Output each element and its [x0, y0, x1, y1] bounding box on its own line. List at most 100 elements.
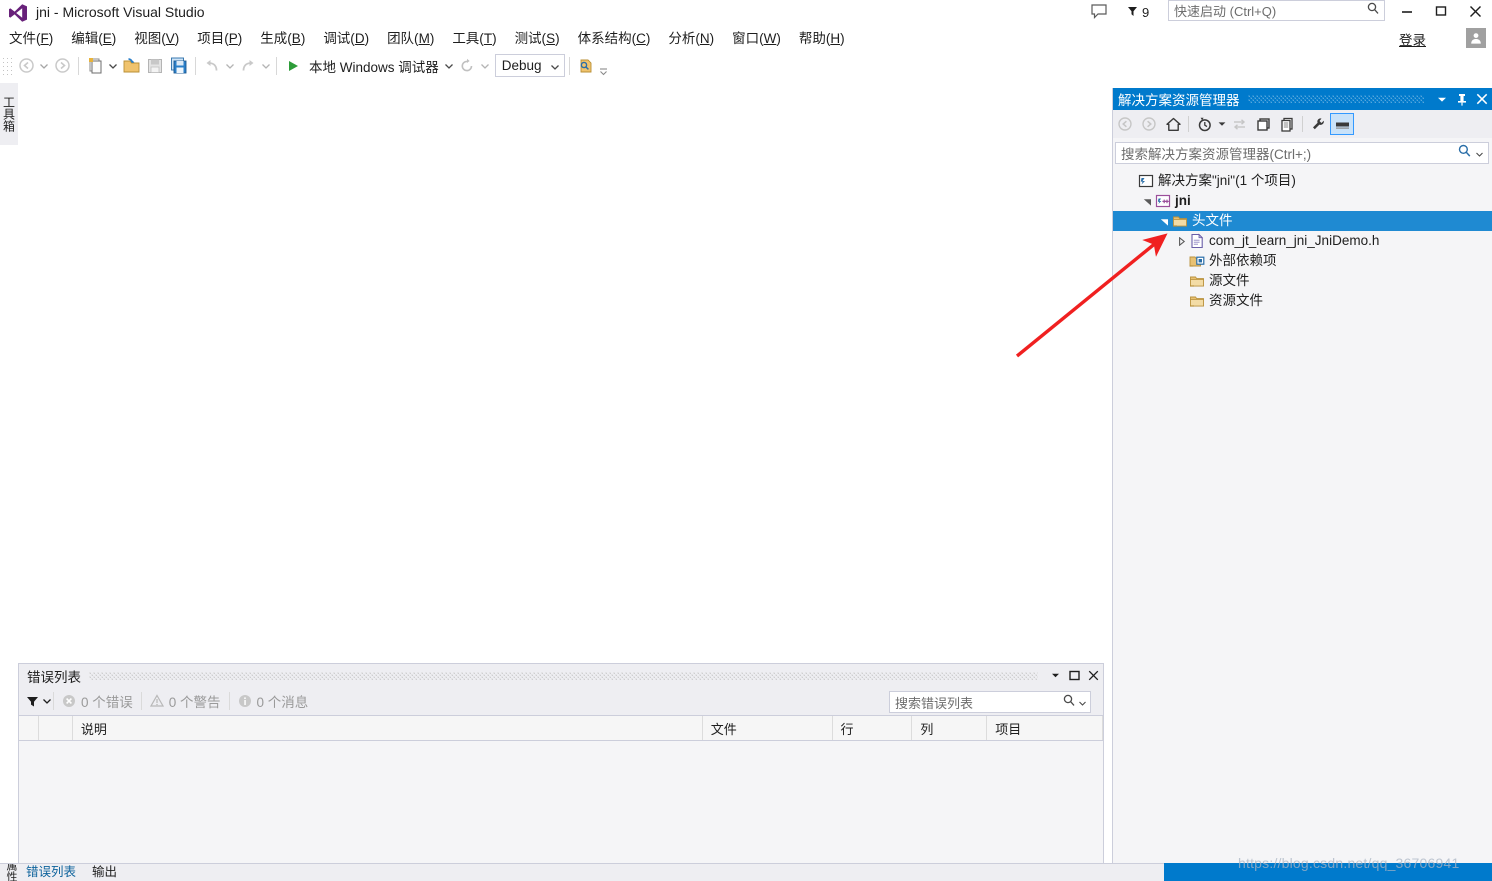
toolbar-grip[interactable]: [2, 56, 12, 75]
menu-item-9[interactable]: 体系结构(C): [569, 27, 660, 50]
properties-tab-vertical[interactable]: 属性: [0, 863, 18, 881]
menu-item-0[interactable]: 文件(F): [0, 27, 62, 50]
menu-item-7[interactable]: 工具(T): [443, 27, 505, 50]
undo-dropdown-icon[interactable]: [224, 54, 236, 78]
solution-explorer-close-icon[interactable]: [1472, 89, 1492, 109]
new-item-icon[interactable]: [83, 54, 107, 78]
search-icon: [1366, 1, 1380, 20]
error-list-column-header-1[interactable]: [39, 716, 73, 740]
tree-expander-expanded-icon[interactable]: [1140, 191, 1154, 211]
save-all-icon[interactable]: [167, 54, 191, 78]
tree-item-0[interactable]: 解决方案"jni"(1 个项目): [1113, 171, 1492, 191]
pending-changes-icon[interactable]: [1192, 113, 1216, 135]
sync-with-active-document-icon[interactable]: [1227, 113, 1251, 135]
solution-configuration-select[interactable]: Debug: [494, 54, 565, 77]
solution-explorer-search-input[interactable]: 搜索解决方案资源管理器(Ctrl+;): [1115, 142, 1489, 164]
error-count-item[interactable]: 0 个错误: [62, 691, 133, 711]
notifications-indicator[interactable]: 9: [1126, 1, 1149, 23]
navigate-back-icon[interactable]: [14, 54, 38, 78]
filter-dropdown-icon[interactable]: [40, 698, 53, 704]
error-list-column-header-6[interactable]: 项目: [987, 716, 1103, 740]
menu-item-2[interactable]: 视图(V): [125, 27, 188, 50]
solution-explorer-pin-icon[interactable]: [1452, 89, 1472, 109]
menu-item-8[interactable]: 测试(S): [506, 27, 569, 50]
undo-icon[interactable]: [200, 54, 224, 78]
error-list-dropdown-icon[interactable]: [1046, 666, 1065, 685]
watermark-text: https://blog.csdn.net/qq_36706941: [1238, 855, 1460, 871]
solution-explorer-grip[interactable]: [1247, 95, 1424, 103]
start-debug-play-icon[interactable]: [281, 54, 305, 78]
back-icon[interactable]: [1113, 113, 1137, 135]
feedback-icon[interactable]: [1090, 3, 1110, 21]
error-list-close-icon[interactable]: [1084, 666, 1103, 685]
find-in-files-icon[interactable]: [574, 54, 598, 78]
menu-item-5[interactable]: 调试(D): [314, 27, 378, 50]
error-list-filter-button[interactable]: [25, 694, 53, 709]
solution-explorer-dropdown-icon[interactable]: [1432, 89, 1452, 109]
error-list-column-header-2[interactable]: 说明: [73, 716, 703, 740]
start-debug-label[interactable]: 本地 Windows 调试器: [305, 56, 443, 76]
save-icon[interactable]: [143, 54, 167, 78]
tab-output[interactable]: 输出: [84, 864, 125, 881]
menu-item-3[interactable]: 项目(P): [188, 27, 251, 50]
chevron-down-icon: [550, 57, 559, 75]
warning-count-item[interactable]: 0 个警告: [149, 691, 221, 711]
menu-item-12[interactable]: 帮助(H): [790, 27, 854, 50]
home-icon[interactable]: [1161, 113, 1185, 135]
menu-item-4[interactable]: 生成(B): [251, 27, 314, 50]
tree-item-6[interactable]: 资源文件: [1113, 291, 1492, 311]
navigate-forward-icon[interactable]: [50, 54, 74, 78]
new-item-dropdown-icon[interactable]: [107, 54, 119, 78]
preview-selected-items-icon[interactable]: [1330, 113, 1354, 135]
error-list-column-header-0[interactable]: [19, 716, 39, 740]
refresh-dropdown-icon[interactable]: [479, 54, 491, 78]
redo-icon[interactable]: [236, 54, 260, 78]
properties-icon[interactable]: [1306, 113, 1330, 135]
close-button[interactable]: [1458, 0, 1492, 22]
quick-launch-placeholder: 快速启动 (Ctrl+Q): [1174, 4, 1277, 19]
menu-item-6[interactable]: 团队(M): [378, 27, 443, 50]
menu-item-1[interactable]: 编辑(E): [62, 27, 125, 50]
redo-dropdown-icon[interactable]: [260, 54, 272, 78]
error-list-maximize-icon[interactable]: [1065, 666, 1084, 685]
error-list-column-header-3[interactable]: 文件: [703, 716, 833, 740]
refresh-solution-icon[interactable]: [1251, 113, 1275, 135]
toolbar-overflow-icon[interactable]: [598, 52, 610, 79]
error-list-search-dropdown-icon[interactable]: [1079, 693, 1086, 711]
tree-expander-expanded-icon[interactable]: [1157, 211, 1171, 231]
show-all-files-icon[interactable]: [1275, 113, 1299, 135]
error-list-column-header-5[interactable]: 列: [912, 716, 988, 740]
sign-in-link[interactable]: 登录: [1399, 29, 1426, 49]
message-count-item[interactable]: 0 个消息: [238, 691, 308, 711]
account-avatar-icon[interactable]: [1466, 28, 1486, 48]
tab-error-list[interactable]: 错误列表: [18, 864, 84, 881]
maximize-button[interactable]: [1424, 0, 1458, 22]
error-list-toolbar: 0 个错误 0 个警告 0 个消息 搜索错误列表: [19, 687, 1103, 715]
tree-item-2[interactable]: 头文件: [1113, 211, 1492, 231]
tree-item-1[interactable]: jni: [1113, 191, 1492, 211]
open-file-icon[interactable]: [119, 54, 143, 78]
start-debug-dropdown-icon[interactable]: [443, 54, 455, 78]
menu-item-11[interactable]: 窗口(W): [723, 27, 790, 50]
refresh-icon[interactable]: [455, 54, 479, 78]
forward-icon[interactable]: [1137, 113, 1161, 135]
error-list-search-box[interactable]: 搜索错误列表: [889, 691, 1091, 713]
title-bar: jni - Microsoft Visual Studio 9 快速启动 (Ct…: [0, 0, 1492, 26]
navigate-back-dropdown-icon[interactable]: [38, 54, 50, 78]
error-list-body[interactable]: [19, 741, 1103, 863]
tree-item-5[interactable]: 源文件: [1113, 271, 1492, 291]
quick-launch-box[interactable]: 快速启动 (Ctrl+Q): [1168, 0, 1385, 21]
error-list-grip[interactable]: [89, 671, 1038, 680]
pending-changes-dropdown-icon[interactable]: [1216, 113, 1227, 135]
solution-explorer-search-dropdown-icon[interactable]: [1476, 144, 1483, 162]
tree-item-label-5: 源文件: [1209, 273, 1250, 288]
tree-expander-collapsed-icon[interactable]: [1174, 231, 1188, 251]
tree-item-4[interactable]: 外部依赖项: [1113, 251, 1492, 271]
tree-expander-placeholder: [1123, 171, 1137, 191]
menu-bar: 文件(F) 编辑(E) 视图(V) 项目(P) 生成(B) 调试(D) 团队(M) 工具(T)…: [0, 26, 1492, 51]
toolbox-tab[interactable]: 工具箱: [0, 83, 19, 145]
error-list-column-header-4[interactable]: 行: [833, 716, 913, 740]
tree-item-3[interactable]: com_jt_learn_jni_JniDemo.h: [1113, 231, 1492, 251]
menu-item-10[interactable]: 分析(N): [659, 27, 723, 50]
minimize-button[interactable]: [1390, 0, 1424, 22]
